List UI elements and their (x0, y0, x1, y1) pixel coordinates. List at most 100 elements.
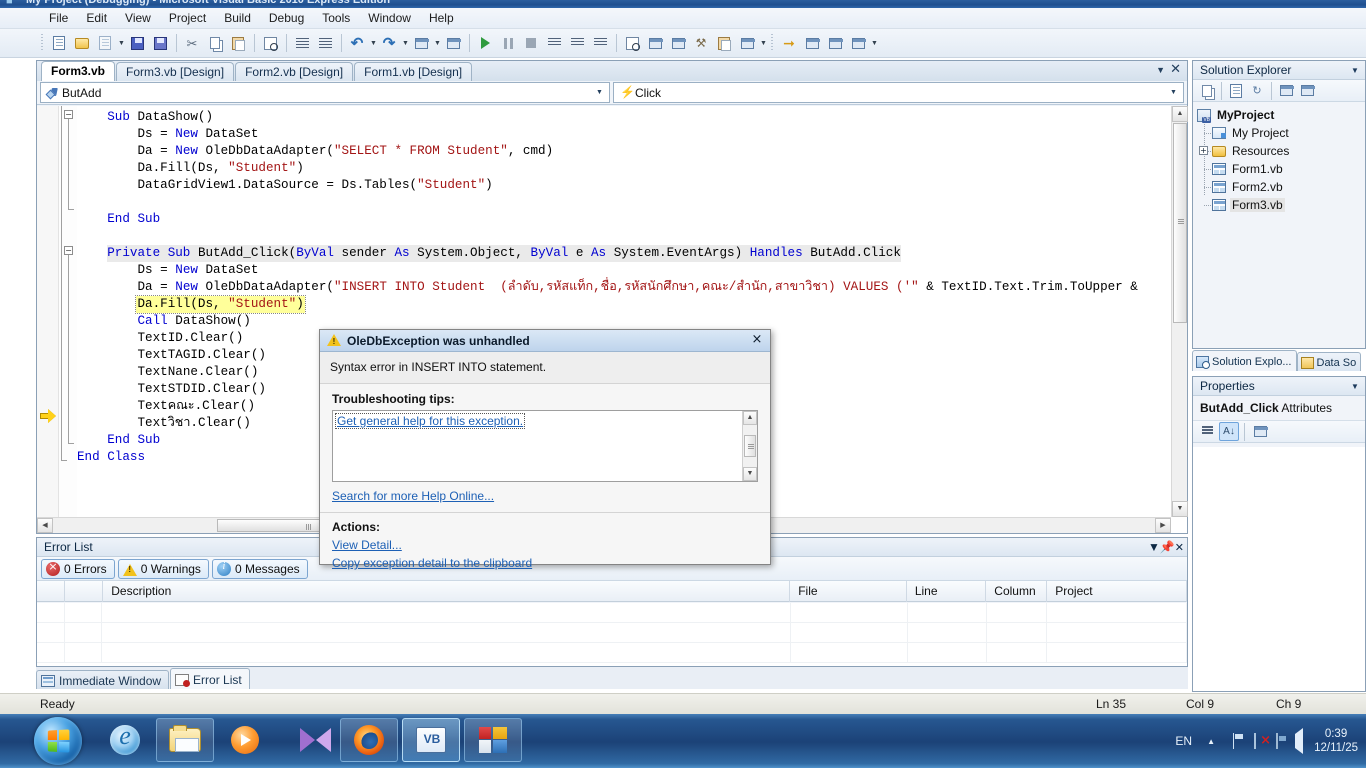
tips-scroll-down-icon[interactable]: ▼ (743, 467, 757, 481)
clock[interactable]: 0:39 12/11/25 (1310, 727, 1366, 755)
member-name-combobox[interactable]: ⚡ Click ▼ (613, 82, 1184, 103)
copy-icon[interactable] (204, 32, 226, 54)
close-tab-icon[interactable]: ✕ (1170, 64, 1181, 76)
cut-icon[interactable]: ✂ (181, 32, 203, 54)
categorized-icon[interactable] (1197, 422, 1217, 441)
tab-form3-vb[interactable]: Form3.vb (41, 61, 115, 81)
col-column[interactable]: Column (986, 581, 1047, 602)
auto-hide-pin-icon[interactable]: 📌 (1160, 540, 1175, 554)
debug-toolbar-overflow-icon[interactable]: ▼ (870, 40, 879, 47)
redo-dropdown-icon[interactable]: ▼ (401, 40, 410, 47)
tab-immediate-window[interactable]: Immediate Window (36, 670, 169, 689)
tips-scrollbar[interactable]: ▲ ▼ (742, 411, 757, 481)
outlining-margin[interactable]: − − (59, 106, 77, 533)
error-list-icon[interactable] (713, 32, 735, 54)
volume-icon[interactable] (1288, 734, 1310, 748)
taskbar-firefox[interactable] (340, 718, 398, 762)
stop-debugging-icon[interactable] (520, 32, 542, 54)
start-debugging-icon[interactable] (474, 32, 496, 54)
tab-solution-explorer[interactable]: Solution Explo... (1192, 350, 1297, 371)
class-name-combobox[interactable]: ButAdd ▼ (40, 82, 610, 103)
menu-tools[interactable]: Tools (313, 9, 359, 27)
navigate-backward-icon[interactable] (410, 32, 432, 54)
step-out-icon[interactable] (589, 32, 611, 54)
add-new-item-icon[interactable] (94, 32, 116, 54)
tree-item-resources[interactable]: +Resources (1197, 142, 1365, 160)
breakpoint-margin[interactable] (37, 106, 59, 533)
troubleshooting-tips-list[interactable]: Get general help for this exception. ▲ ▼ (332, 410, 758, 482)
menu-view[interactable]: View (116, 9, 160, 27)
menu-edit[interactable]: Edit (77, 9, 116, 27)
properties-icon[interactable] (1197, 81, 1217, 100)
table-row[interactable] (37, 643, 1187, 663)
expand-icon[interactable]: + (1199, 146, 1208, 155)
tips-scroll-up-icon[interactable]: ▲ (743, 411, 757, 425)
network-disconnected-icon[interactable] (1244, 734, 1266, 748)
general-help-link[interactable]: Get general help for this exception. (336, 414, 524, 428)
paste-icon[interactable] (227, 32, 249, 54)
tree-item-myproject[interactable]: MyProject (1197, 106, 1365, 124)
tips-scroll-thumb[interactable] (744, 435, 756, 457)
new-project-icon[interactable] (48, 32, 70, 54)
panel-menu-chevron-icon[interactable]: ▼ (1348, 66, 1362, 75)
flag-action-center-icon[interactable] (1222, 734, 1244, 748)
tab-data-sources[interactable]: Data So (1297, 352, 1362, 371)
properties-grid[interactable] (1193, 447, 1365, 691)
errors-filter-button[interactable]: 0 Errors (41, 559, 115, 579)
scroll-up-icon[interactable]: ▲ (1172, 106, 1188, 122)
tab-form3-vb-design[interactable]: Form3.vb [Design] (116, 62, 234, 81)
undo-dropdown-icon[interactable]: ▼ (369, 40, 378, 47)
refresh-icon[interactable]: ↻ (1247, 81, 1267, 100)
copy-exception-detail-link[interactable]: Copy exception detail to the clipboard (332, 556, 758, 570)
tree-item-form1-vb[interactable]: Form1.vb (1197, 160, 1365, 178)
fold-toggle-butadd-click[interactable]: − (64, 246, 73, 255)
menu-debug[interactable]: Debug (260, 9, 313, 27)
table-row[interactable] (37, 623, 1187, 643)
view-designer-icon[interactable] (1297, 81, 1317, 100)
taskbar-running-app[interactable] (464, 718, 522, 762)
start-button[interactable] (34, 717, 82, 765)
member-combo-chevron-icon[interactable]: ▼ (1166, 89, 1181, 96)
navigate-forward-icon[interactable] (442, 32, 464, 54)
break-all-icon[interactable] (497, 32, 519, 54)
view-detail-link[interactable]: View Detail... (332, 538, 758, 552)
col-icon[interactable] (37, 581, 65, 602)
error-list-close-icon[interactable]: ✕ (1175, 541, 1184, 554)
scroll-right-icon[interactable]: ▶ (1155, 518, 1171, 533)
view-code-icon[interactable] (1276, 81, 1296, 100)
call-stack-icon[interactable] (847, 32, 869, 54)
properties-window-icon[interactable] (644, 32, 666, 54)
editor-vertical-scrollbar[interactable]: ▲ ▼ (1171, 106, 1187, 517)
close-icon[interactable]: × (748, 332, 766, 349)
scroll-down-icon[interactable]: ▼ (1172, 501, 1188, 517)
col-line[interactable]: Line (907, 581, 986, 602)
uncomment-icon[interactable] (314, 32, 336, 54)
save-icon[interactable] (126, 32, 148, 54)
table-row[interactable] (37, 603, 1187, 623)
tab-form1-vb-design[interactable]: Form1.vb [Design] (354, 62, 472, 81)
comment-icon[interactable] (291, 32, 313, 54)
error-list-grid[interactable] (37, 603, 1187, 666)
toolbox-icon[interactable]: ⚒ (690, 32, 712, 54)
debug-toolbar-grip[interactable] (771, 34, 775, 52)
taskbar-media-player[interactable] (216, 718, 274, 762)
vertical-scroll-thumb[interactable] (1173, 123, 1187, 323)
menu-build[interactable]: Build (215, 9, 260, 27)
navigate-backward-dropdown-icon[interactable]: ▼ (433, 40, 442, 47)
add-new-item-dropdown-icon[interactable]: ▼ (117, 40, 126, 47)
class-combo-chevron-icon[interactable]: ▼ (592, 89, 607, 96)
tab-form2-vb-design[interactable]: Form2.vb [Design] (235, 62, 353, 81)
col-file[interactable]: File (790, 581, 907, 602)
menu-window[interactable]: Window (359, 9, 420, 27)
solution-explorer-icon[interactable] (621, 32, 643, 54)
col-project[interactable]: Project (1047, 581, 1187, 602)
tree-item-form2-vb[interactable]: Form2.vb (1197, 178, 1365, 196)
tree-item-my-project[interactable]: My Project (1197, 124, 1365, 142)
taskbar-visual-basic[interactable] (402, 718, 460, 762)
locals-window-icon[interactable] (801, 32, 823, 54)
object-browser-icon[interactable] (667, 32, 689, 54)
messages-filter-button[interactable]: 0 Messages (212, 559, 308, 579)
redo-icon[interactable]: ↷ (378, 32, 400, 54)
step-into-icon[interactable] (543, 32, 565, 54)
properties-menu-chevron-icon[interactable]: ▼ (1348, 382, 1362, 391)
